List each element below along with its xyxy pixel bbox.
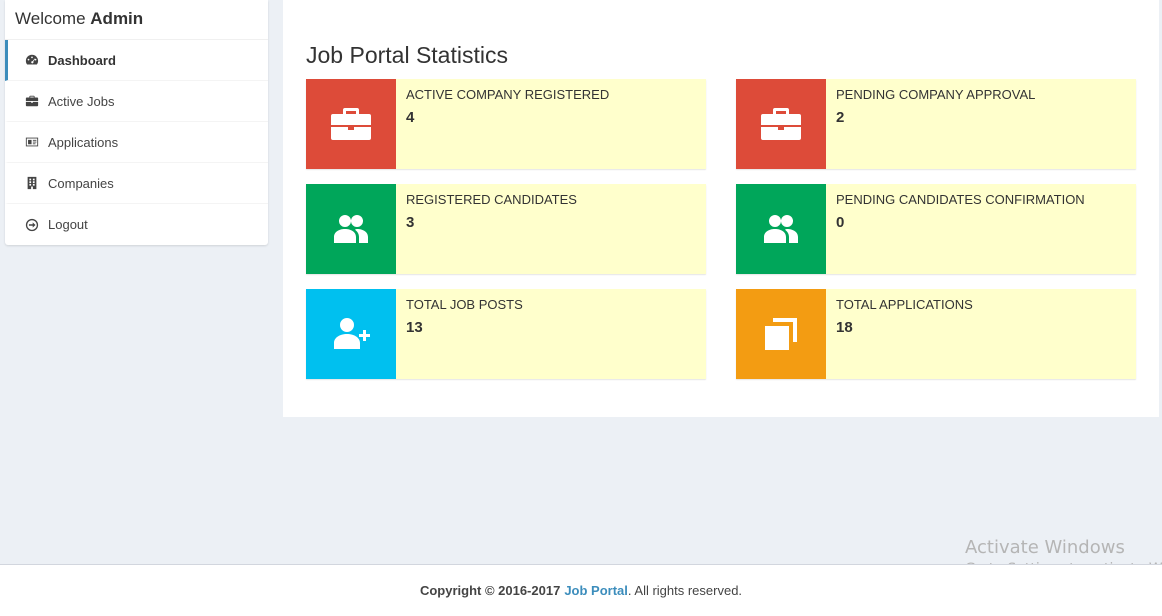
main-panel: Job Portal Statistics ACTIVE COMPANY REG… [283, 0, 1159, 417]
stat-value: 13 [406, 319, 423, 336]
stat-label: ACTIVE COMPANY REGISTERED [406, 87, 610, 102]
stat-label: TOTAL APPLICATIONS [836, 297, 973, 312]
stat-label: REGISTERED CANDIDATES [406, 192, 577, 207]
users-icon [306, 184, 396, 274]
sidebar-item-label: Logout [48, 217, 88, 232]
stat-box-total-applications[interactable]: TOTAL APPLICATIONS 18 [736, 289, 1136, 379]
sidebar-item-label: Active Jobs [48, 93, 115, 109]
welcome-user: Admin [90, 9, 144, 28]
sidebar-item-applications[interactable]: Applications [5, 122, 268, 163]
stat-box-pending-candidates[interactable]: PENDING CANDIDATES CONFIRMATION 0 [736, 184, 1136, 274]
dashboard-icon [25, 53, 39, 67]
stat-value: 0 [836, 214, 845, 231]
stat-box-active-companies[interactable]: ACTIVE COMPANY REGISTERED 4 [306, 79, 706, 169]
sidebar-item-active-jobs[interactable]: Active Jobs [5, 81, 268, 122]
welcome-header: Welcome Admin [5, 0, 268, 40]
sidebar-item-label: Companies [48, 175, 114, 191]
sidebar-item-companies[interactable]: Companies [5, 163, 268, 204]
stat-box-total-job-posts[interactable]: TOTAL JOB POSTS 13 [306, 289, 706, 379]
stat-box-pending-companies[interactable]: PENDING COMPANY APPROVAL 2 [736, 79, 1136, 169]
stat-value: 2 [836, 109, 845, 126]
stat-value: 4 [406, 109, 415, 126]
sidebar-item-label: Dashboard [48, 52, 116, 68]
user-plus-icon [306, 289, 396, 379]
building-icon [25, 176, 39, 190]
sidebar: Welcome Admin Dashboard Active Jobs Appl… [5, 0, 268, 245]
welcome-text: Welcome [15, 9, 86, 28]
sidebar-item-logout[interactable]: Logout [5, 204, 268, 245]
arrow-circle-icon [25, 218, 39, 232]
stat-label: PENDING CANDIDATES CONFIRMATION [836, 192, 1085, 207]
sidebar-item-dashboard[interactable]: Dashboard [5, 40, 268, 81]
footer-brand-link[interactable]: Job Portal [564, 583, 628, 598]
id-card-icon [25, 135, 39, 149]
stat-label: PENDING COMPANY APPROVAL [836, 87, 1036, 102]
stat-box-registered-candidates[interactable]: REGISTERED CANDIDATES 3 [306, 184, 706, 274]
footer: Copyright © 2016-2017 Job Portal . All r… [0, 564, 1162, 616]
footer-suffix: . All rights reserved. [627, 583, 743, 598]
watermark-title: Activate Windows [965, 537, 1125, 558]
sidebar-item-label: Applications [48, 134, 119, 150]
briefcase-icon [736, 79, 826, 169]
page-title: Job Portal Statistics [306, 42, 508, 68]
files-icon [736, 289, 826, 379]
stat-value: 3 [406, 214, 415, 231]
briefcase-icon [25, 94, 39, 108]
briefcase-icon [306, 79, 396, 169]
footer-copyright: Copyright © 2016-2017 [419, 583, 561, 598]
stat-value: 18 [836, 319, 853, 336]
users-icon [736, 184, 826, 274]
stat-label: TOTAL JOB POSTS [406, 297, 523, 312]
